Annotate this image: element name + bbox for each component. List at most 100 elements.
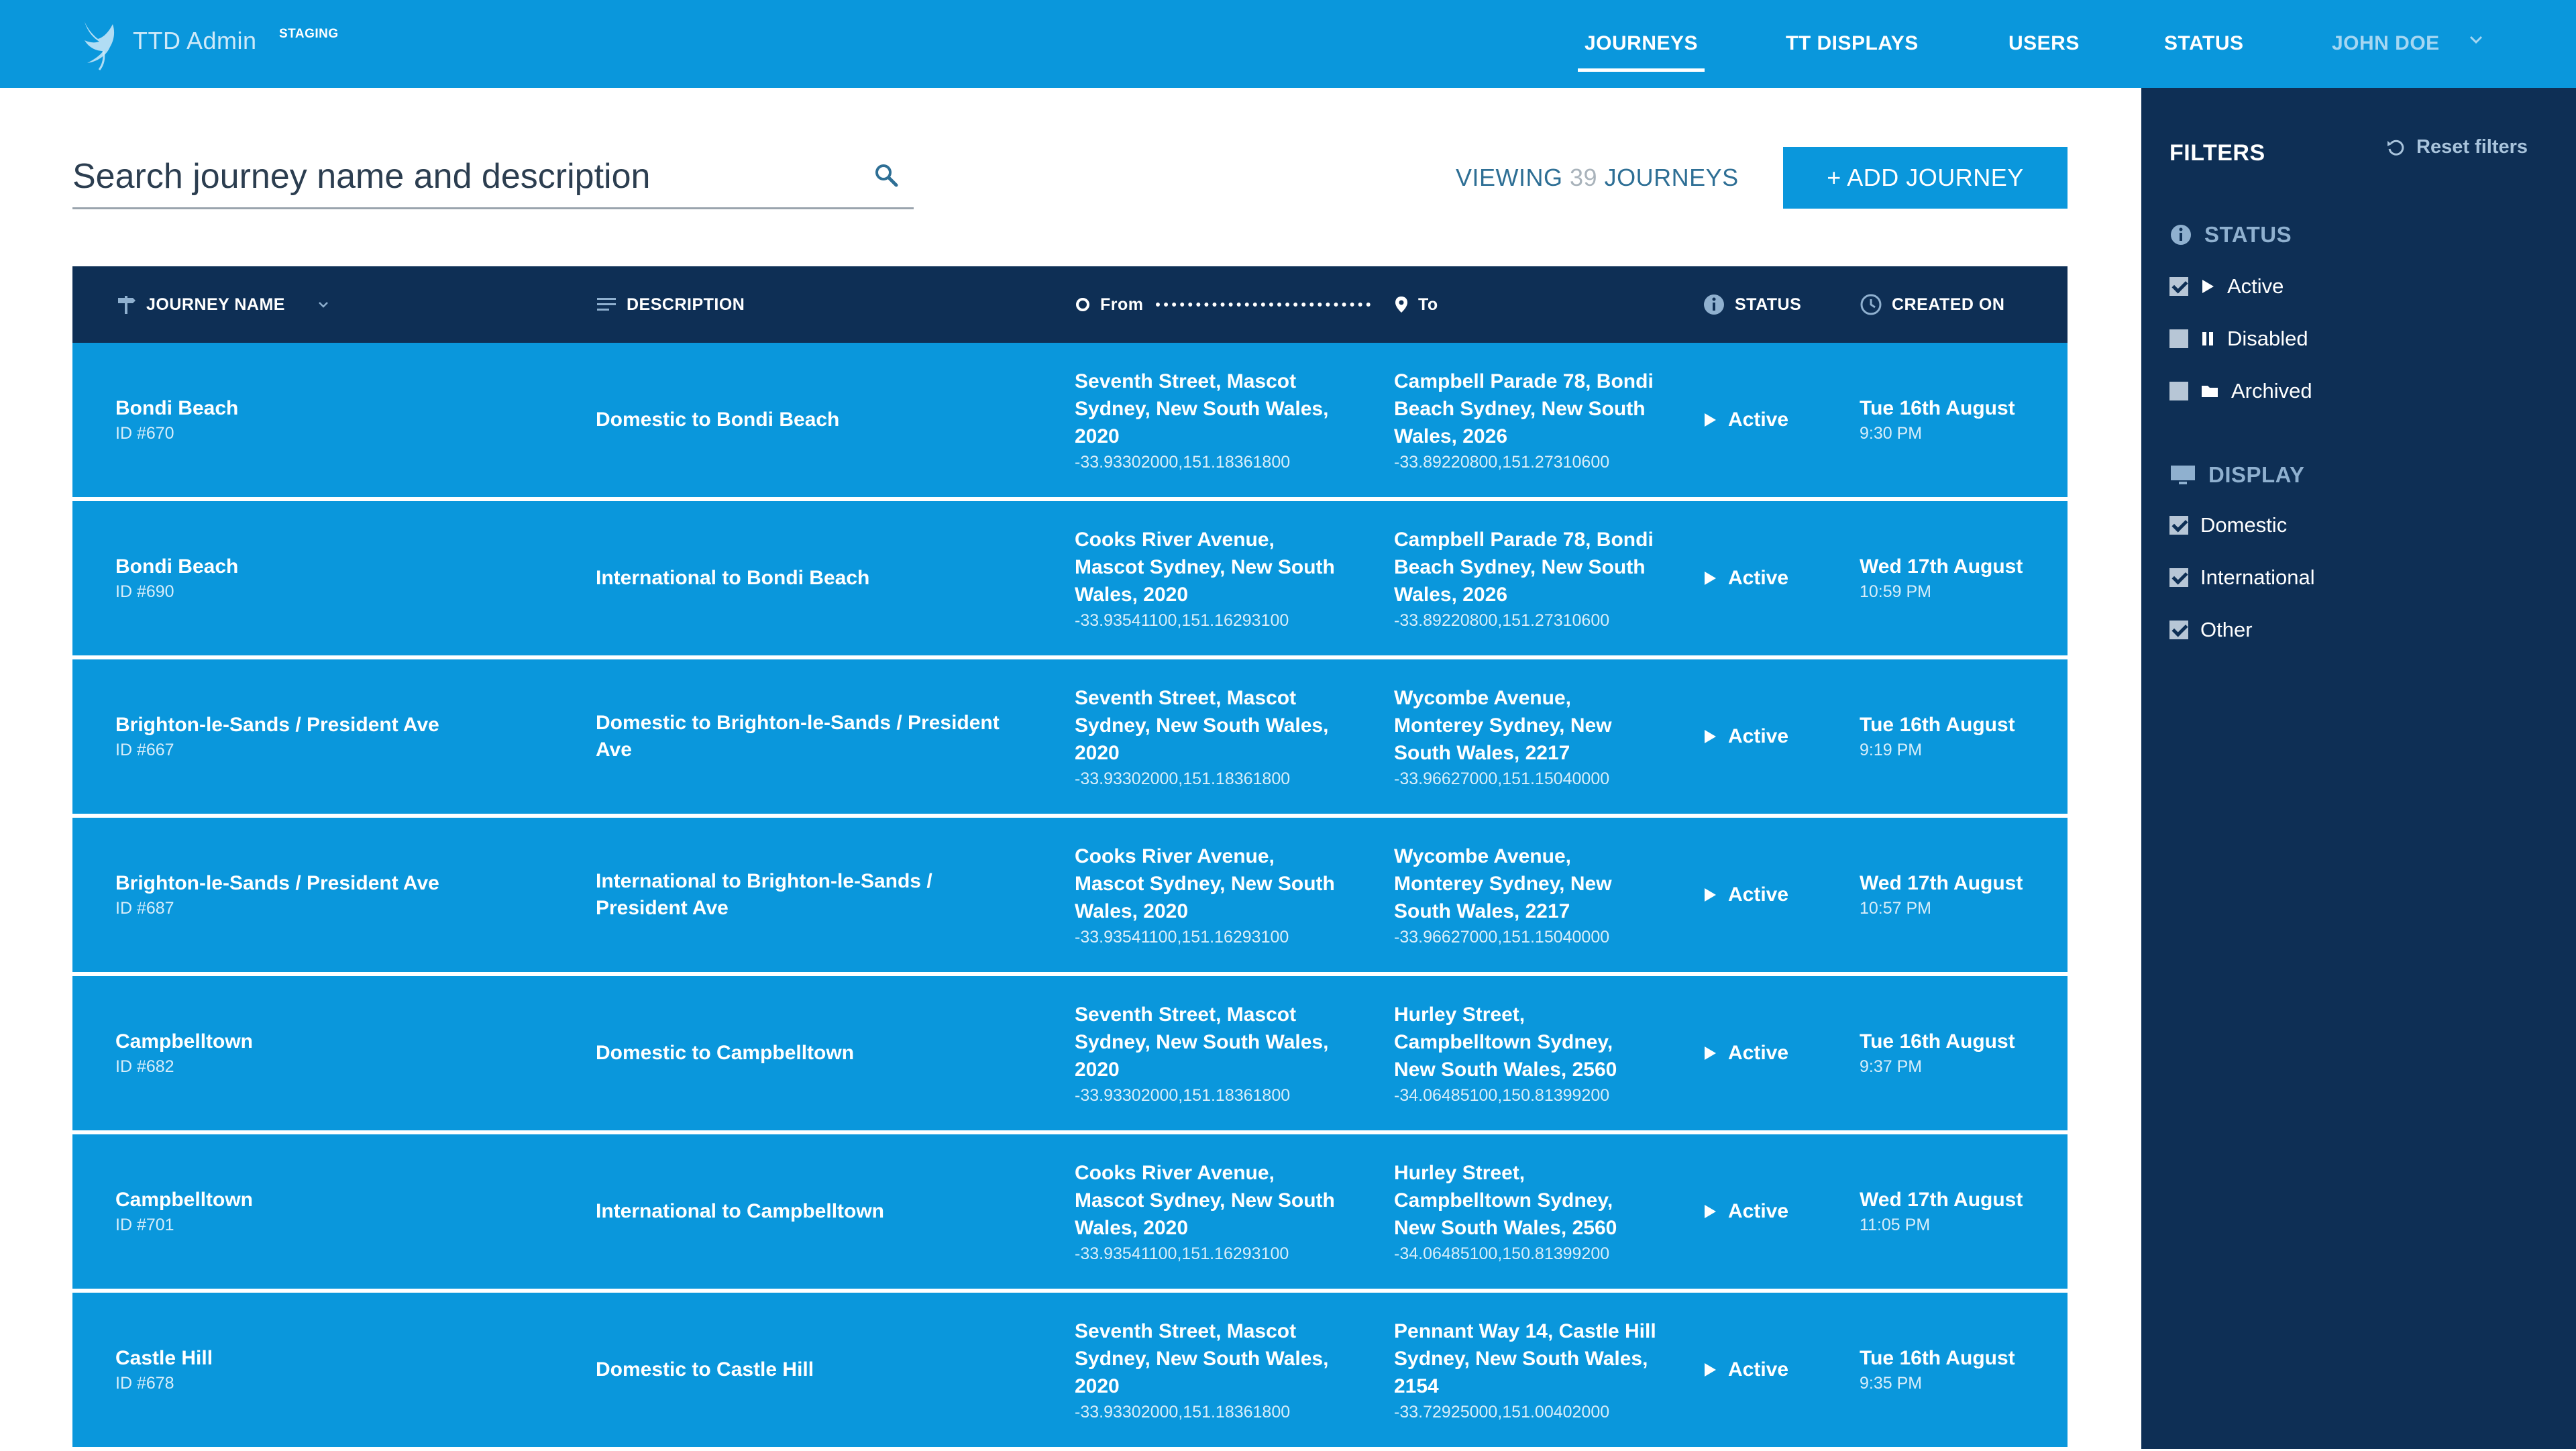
from-address-line: Mascot Sydney, New South (1075, 1189, 1335, 1212)
filter-panel: FILTERS Reset filters STATUS Active Disa… (2141, 88, 2576, 1449)
column-header-status[interactable]: STATUS (1703, 266, 1801, 343)
created-date: Tue 16th August (1860, 713, 2015, 736)
nav-tt-displays[interactable]: TT DISPLAYS (1786, 32, 1919, 55)
filter-label-other: Other (2200, 618, 2253, 641)
from-address-line: Sydney, New South Wales, (1075, 1348, 1329, 1370)
filter-display-other[interactable]: Other (2169, 618, 2253, 642)
checkbox-archived[interactable] (2169, 382, 2188, 400)
from-address-line: Mascot Sydney, New South (1075, 873, 1335, 895)
signpost-icon (118, 296, 136, 314)
column-header-description[interactable]: DESCRIPTION (596, 266, 745, 343)
journey-name[interactable]: Brighton-le-Sands / President Ave (115, 714, 545, 737)
from-cell: Cooks River Avenue, Mascot Sydney, New So… (1075, 1134, 1370, 1289)
to-coordinates: -33.96627000,151.15040000 (1394, 928, 1610, 947)
nav-status[interactable]: STATUS (2164, 32, 2244, 55)
chevron-down-icon[interactable] (2466, 30, 2486, 50)
clock-icon (1860, 294, 1882, 315)
from-address-line: 2020 (1075, 425, 1120, 447)
table-row[interactable]: Campbelltown ID #682 Domestic to Campbellt… (72, 976, 2068, 1134)
to-address-line: Campbelltown Sydney, (1394, 1031, 1613, 1053)
table-row[interactable]: Castle Hill ID #678 Domestic to Castle Hil… (72, 1293, 2068, 1451)
created-time: 10:57 PM (1860, 898, 1932, 918)
filter-display-international[interactable]: International (2169, 566, 2315, 590)
status-cell: Active (1703, 501, 1837, 655)
description-cell: Domestic to Castle Hill (596, 1293, 1025, 1447)
created-cell: Tue 16th August 9:37 PM (1860, 976, 2061, 1130)
chevron-down-icon[interactable] (316, 297, 331, 312)
add-journey-button[interactable]: + ADD JOURNEY (1783, 147, 2068, 209)
table-row[interactable]: Brighton-le-Sands / President Ave ID #687… (72, 818, 2068, 976)
journey-name[interactable]: Castle Hill (115, 1347, 545, 1370)
info-icon (2171, 225, 2191, 245)
filter-label-archived: Archived (2231, 379, 2312, 402)
filter-label-disabled: Disabled (2227, 327, 2308, 350)
journey-description: Domestic to Brighton-le-Sands / Presiden… (596, 712, 1000, 761)
from-address-line: Seventh Street, Mascot (1075, 370, 1297, 392)
created-date: Tue 16th August (1860, 1030, 2015, 1053)
to-address-line: South Wales, 2217 (1394, 900, 1570, 922)
checkbox-domestic[interactable] (2169, 516, 2188, 535)
to-cell: Pennant Way 14, Castle Hill Sydney, New S… (1394, 1293, 1689, 1447)
checkbox-active[interactable] (2169, 277, 2188, 296)
journey-name[interactable]: Campbelltown (115, 1189, 545, 1212)
table-row[interactable]: Campbelltown ID #701 International to Camp… (72, 1134, 2068, 1293)
pause-icon (2200, 331, 2215, 347)
app-title[interactable]: TTD Admin (133, 27, 257, 55)
filter-status-archived[interactable]: Archived (2169, 379, 2312, 403)
from-cell: Seventh Street, Mascot Sydney, New South … (1075, 659, 1370, 814)
status-filter-title: STATUS (2169, 222, 2292, 248)
journey-count: 39 (1570, 164, 1598, 191)
nav-users[interactable]: USERS (2008, 32, 2080, 55)
from-address-line: Wales, 2020 (1075, 584, 1188, 606)
checkbox-other[interactable] (2169, 621, 2188, 639)
table-row[interactable]: Bondi Beach ID #670 Domestic to Bondi Beac… (72, 343, 2068, 501)
column-header-to[interactable]: To (1394, 266, 1438, 343)
table-body: Bondi Beach ID #670 Domestic to Bondi Beac… (72, 343, 2068, 1451)
column-header-from[interactable]: From (1075, 266, 1371, 343)
filter-status-disabled[interactable]: Disabled (2169, 327, 2308, 351)
to-address-line: Beach Sydney, New South (1394, 556, 1646, 578)
from-address-line: Cooks River Avenue, (1075, 1162, 1275, 1184)
column-header-journey-name[interactable]: JOURNEY NAME (115, 266, 340, 343)
to-coordinates: -33.89220800,151.27310600 (1394, 611, 1610, 630)
journey-name[interactable]: Brighton-le-Sands / President Ave (115, 872, 545, 895)
folder-icon (2200, 384, 2219, 398)
from-address-line: Mascot Sydney, New South (1075, 556, 1335, 578)
checkbox-disabled[interactable] (2169, 329, 2188, 348)
table-row[interactable]: Bondi Beach ID #690 International to Bondi… (72, 501, 2068, 659)
filter-status-active[interactable]: Active (2169, 274, 2284, 299)
created-date: Wed 17th August (1860, 1188, 2023, 1211)
journey-name[interactable]: Campbelltown (115, 1030, 545, 1053)
header-label-description: DESCRIPTION (627, 294, 745, 314)
to-coordinates: -33.72925000,151.00402000 (1394, 1403, 1610, 1421)
play-icon (1705, 413, 1716, 427)
table-row[interactable]: Brighton-le-Sands / President Ave ID #667… (72, 659, 2068, 818)
search-input[interactable] (72, 153, 844, 200)
journeys-table: JOURNEY NAME DESCRIPTION From To STATUS … (72, 266, 2068, 1451)
filter-label-international: International (2200, 566, 2315, 589)
status-badge: Active (1728, 1358, 1789, 1381)
nav-journeys[interactable]: JOURNEYS (1577, 32, 1705, 72)
from-address-line: 2020 (1075, 1059, 1120, 1081)
journey-id: ID #678 (115, 1373, 174, 1393)
filter-display-domestic[interactable]: Domestic (2169, 513, 2287, 537)
from-coordinates: -33.93302000,151.18361800 (1075, 453, 1291, 472)
journey-id: ID #701 (115, 1215, 174, 1234)
filter-label-active: Active (2227, 274, 2284, 298)
checkbox-international[interactable] (2169, 568, 2188, 587)
journey-name[interactable]: Bondi Beach (115, 555, 545, 578)
column-header-created-on[interactable]: CREATED ON (1860, 266, 2004, 343)
user-menu[interactable]: JOHN DOE (2332, 32, 2440, 55)
from-address-line: 2020 (1075, 742, 1120, 764)
journey-id: ID #670 (115, 423, 174, 443)
from-coordinates: -33.93541100,151.16293100 (1075, 928, 1289, 947)
header-label-name: JOURNEY NAME (146, 294, 285, 314)
created-time: 9:37 PM (1860, 1057, 1923, 1076)
search-icon[interactable] (873, 162, 899, 188)
to-address-line: Wales, 2026 (1394, 584, 1507, 606)
from-coordinates: -33.93541100,151.16293100 (1075, 1244, 1289, 1263)
status-badge: Active (1728, 883, 1789, 906)
top-nav-bar: TTD Admin STAGING JOURNEYS TT DISPLAYS U… (0, 0, 2576, 88)
reset-filters-button[interactable]: Reset filters (2385, 136, 2528, 158)
journey-name[interactable]: Bondi Beach (115, 397, 545, 420)
